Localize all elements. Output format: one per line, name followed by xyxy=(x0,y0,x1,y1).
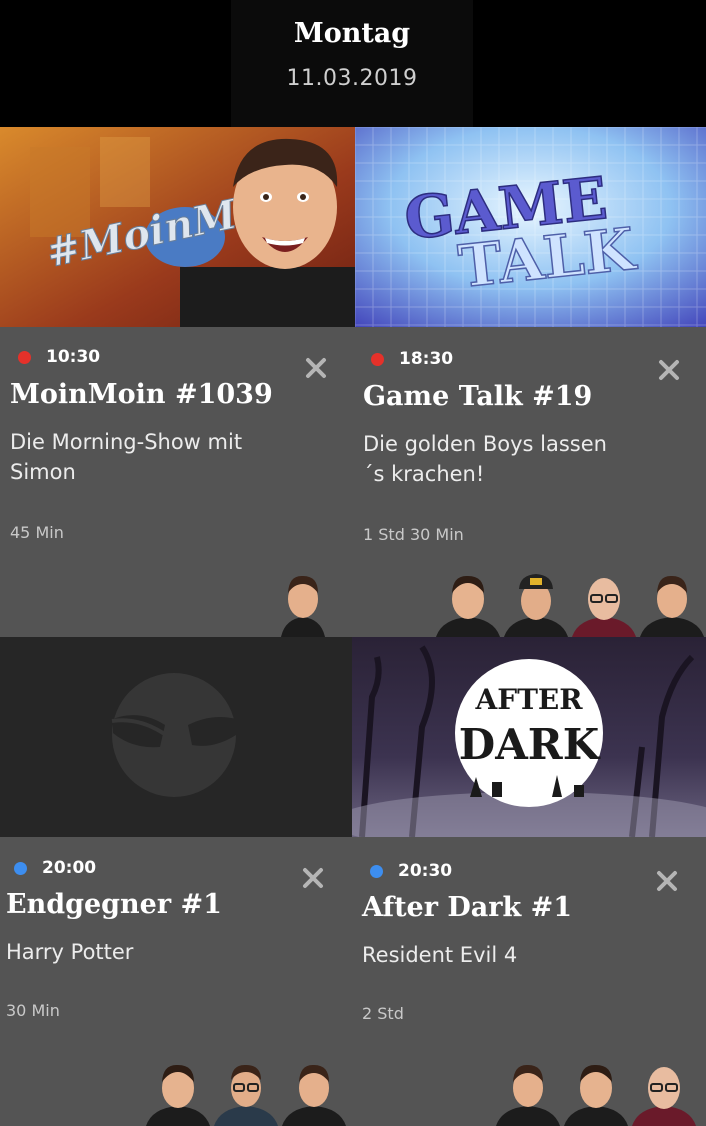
upcoming-dot-icon xyxy=(370,864,383,878)
show-thumbnail[interactable]: #MoinMo xyxy=(0,127,355,327)
host-avatar xyxy=(146,1064,210,1126)
afterdark-logo-line2: DARK xyxy=(459,720,601,769)
gametalk-thumbnail-image: GAME TALK xyxy=(355,127,706,327)
host-avatar xyxy=(640,575,704,637)
show-time: 20:00 xyxy=(42,858,97,878)
host-avatar xyxy=(214,1064,278,1126)
remove-button[interactable] xyxy=(656,357,682,383)
show-info: 20:00 Endgegner #1 Harry Potter 30 Min xyxy=(0,837,352,1126)
time-row: 10:30 xyxy=(18,347,100,367)
close-icon xyxy=(659,360,679,380)
show-card-endgegner[interactable]: 20:00 Endgegner #1 Harry Potter 30 Min xyxy=(0,637,352,1126)
day-title: Montag xyxy=(293,18,411,49)
remove-button[interactable] xyxy=(300,865,326,891)
show-info: 18:30 Game Talk #19 Die golden Boys lass… xyxy=(355,327,706,637)
endgegner-placeholder-image xyxy=(0,637,352,837)
close-icon xyxy=(303,868,323,888)
host-avatar xyxy=(436,575,500,637)
show-duration: 2 Std xyxy=(362,1004,404,1023)
close-icon xyxy=(306,358,326,378)
moinmoin-thumbnail-image: #MoinMo xyxy=(0,127,355,327)
show-thumbnail[interactable] xyxy=(0,637,352,837)
show-subtitle: Die Morning-Show mit Simon xyxy=(10,430,243,484)
show-time: 20:30 xyxy=(398,861,453,881)
afterdark-thumbnail-image: AFTER DARK xyxy=(352,637,706,837)
show-card-moinmoin[interactable]: #MoinMo 10:30 MoinMoin #1039 Die Morning… xyxy=(0,127,355,637)
close-icon xyxy=(657,871,677,891)
show-title[interactable]: Game Talk #19 xyxy=(363,381,592,412)
time-row: 20:00 xyxy=(14,858,96,878)
day-header: Montag 11.03.2019 xyxy=(231,0,473,127)
show-subtitle: Harry Potter xyxy=(6,940,134,964)
show-info: 10:30 MoinMoin #1039 Die Morning-Show mi… xyxy=(0,327,355,637)
show-title[interactable]: After Dark #1 xyxy=(362,892,572,923)
live-dot-icon xyxy=(371,352,384,366)
host-avatar xyxy=(281,575,325,637)
show-duration: 1 Std 30 Min xyxy=(363,525,464,544)
host-avatar xyxy=(282,1064,346,1126)
day-date: 11.03.2019 xyxy=(286,66,418,91)
time-row: 18:30 xyxy=(371,349,453,369)
show-thumbnail[interactable]: GAME TALK xyxy=(355,127,706,327)
host-avatar xyxy=(572,578,636,637)
host-avatars xyxy=(142,1056,346,1126)
host-avatars xyxy=(492,1056,696,1126)
host-avatar xyxy=(564,1064,628,1126)
host-avatars xyxy=(277,567,325,637)
host-avatars xyxy=(432,567,704,637)
host-avatar xyxy=(632,1067,696,1126)
show-card-gametalk[interactable]: GAME TALK 18:30 Game Talk #19 Die golden… xyxy=(355,127,706,637)
host-avatar xyxy=(496,1064,560,1126)
upcoming-dot-icon xyxy=(14,861,27,875)
show-subtitle: Die golden Boys lassen ´s krachen! xyxy=(363,432,607,486)
remove-button[interactable] xyxy=(303,355,329,381)
show-title[interactable]: MoinMoin #1039 xyxy=(10,379,273,410)
show-info: 20:30 After Dark #1 Resident Evil 4 2 St… xyxy=(352,837,706,1126)
show-title[interactable]: Endgegner #1 xyxy=(6,889,222,920)
remove-button[interactable] xyxy=(654,868,680,894)
show-card-afterdark[interactable]: AFTER DARK 20:30 After Dark #1 Resident … xyxy=(352,637,706,1126)
show-duration: 45 Min xyxy=(10,523,64,542)
schedule-page: Montag 11.03.2019 #MoinMo 10:30 MoinMoin… xyxy=(0,0,706,1126)
show-time: 18:30 xyxy=(399,349,454,369)
afterdark-logo-line1: AFTER xyxy=(474,683,583,716)
show-subtitle: Resident Evil 4 xyxy=(362,943,518,967)
time-row: 20:30 xyxy=(370,861,452,881)
host-avatar xyxy=(504,574,568,637)
show-thumbnail[interactable]: AFTER DARK xyxy=(352,637,706,837)
live-dot-icon xyxy=(18,350,31,364)
show-time: 10:30 xyxy=(46,347,101,367)
show-duration: 30 Min xyxy=(6,1001,60,1020)
